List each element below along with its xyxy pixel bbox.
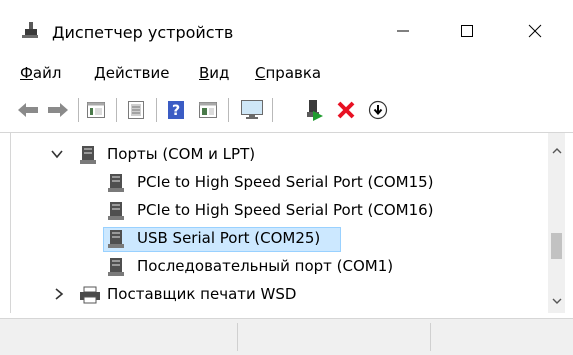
tree-group-wsd[interactable]: Поставщик печати WSD <box>11 281 551 309</box>
maximize-icon <box>461 25 473 37</box>
tree-group-ports[interactable]: Порты (COM и LPT) <box>11 141 551 169</box>
enable-device-icon <box>307 100 323 121</box>
tree-item-label: PCIe to High Speed Serial Port (COM15) <box>137 173 434 191</box>
chevron-up-icon <box>552 148 561 154</box>
uninstall-button[interactable] <box>334 98 358 122</box>
forward-button[interactable] <box>46 98 70 122</box>
toolbar-separator <box>228 98 229 122</box>
tree-item-port[interactable]: PCIe to High Speed Serial Port (COM16) <box>11 197 551 225</box>
toolbar-separator <box>272 98 273 122</box>
uninstall-x-icon <box>337 101 355 119</box>
menu-bar: Файл Действие Вид Справка <box>0 58 573 88</box>
minimize-button[interactable] <box>380 8 426 54</box>
tree-group-label: Порты (COM и LPT) <box>107 145 256 163</box>
scroll-down-button[interactable] <box>548 293 565 309</box>
help-button[interactable]: ? <box>164 98 188 122</box>
toolbar-separator <box>156 98 157 122</box>
monitor-icon <box>241 100 263 119</box>
serial-port-icon <box>108 174 124 192</box>
serial-port-icon <box>108 258 124 276</box>
back-button[interactable] <box>16 98 40 122</box>
menu-view[interactable]: Вид <box>199 64 229 82</box>
menu-help[interactable]: Справка <box>255 64 321 82</box>
help-icon: ? <box>168 101 184 119</box>
window-title: Диспетчер устройств <box>52 23 234 42</box>
tree-item-label: PCIe to High Speed Serial Port (COM16) <box>137 201 434 219</box>
chevron-down-icon <box>552 298 561 304</box>
status-bar <box>0 318 573 355</box>
tree-item-port-selected[interactable]: USB Serial Port (COM25) <box>11 225 551 253</box>
serial-port-icon <box>108 202 124 220</box>
enable-device-button[interactable] <box>302 98 326 122</box>
tree-item-label: Последовательный порт (COM1) <box>137 257 394 275</box>
tree-item-port[interactable]: PCIe to High Speed Serial Port (COM15) <box>11 169 551 197</box>
vertical-scrollbar[interactable] <box>548 133 565 313</box>
title-bar[interactable]: Диспетчер устройств <box>0 0 573 56</box>
scan-hardware-button[interactable] <box>240 98 264 122</box>
serial-port-icon <box>108 230 124 248</box>
view-icon <box>199 102 217 118</box>
toolbar-separator <box>116 98 117 122</box>
chevron-right-icon[interactable] <box>53 288 65 300</box>
menu-file[interactable]: Файл <box>20 64 61 82</box>
driver-button[interactable] <box>124 98 148 122</box>
toolbar-separator <box>78 98 79 122</box>
update-driver-icon <box>368 100 388 120</box>
properties-button[interactable] <box>84 98 108 122</box>
update-driver-button[interactable] <box>366 98 390 122</box>
forward-arrow-icon <box>48 103 68 117</box>
scroll-up-button[interactable] <box>548 143 565 159</box>
device-tree[interactable]: Порты (COM и LPT) PCIe to High Speed Ser… <box>10 133 565 313</box>
toolbar: ? <box>0 88 573 133</box>
device-manager-window: Диспетчер устройств Файл Действие Вид Сп… <box>0 0 573 355</box>
back-arrow-icon <box>18 103 38 117</box>
menu-action[interactable]: Действие <box>94 64 170 82</box>
port-group-icon <box>80 146 96 164</box>
printer-icon <box>80 286 100 304</box>
svg-text:?: ? <box>172 103 180 119</box>
close-icon <box>528 24 542 38</box>
maximize-button[interactable] <box>444 8 490 54</box>
chevron-down-icon[interactable] <box>51 148 63 160</box>
tree-item-label: USB Serial Port (COM25) <box>137 229 321 247</box>
status-divider <box>430 323 431 351</box>
tree-item-port[interactable]: Последовательный порт (COM1) <box>11 253 551 281</box>
tree-group-label: Поставщик печати WSD <box>107 285 297 303</box>
device-manager-icon <box>20 20 40 40</box>
minimize-icon <box>397 30 409 32</box>
driver-icon <box>128 101 144 119</box>
view-button[interactable] <box>196 98 220 122</box>
scroll-thumb[interactable] <box>551 233 562 259</box>
status-divider <box>237 323 238 351</box>
close-button[interactable] <box>512 8 558 54</box>
properties-icon <box>87 102 105 118</box>
